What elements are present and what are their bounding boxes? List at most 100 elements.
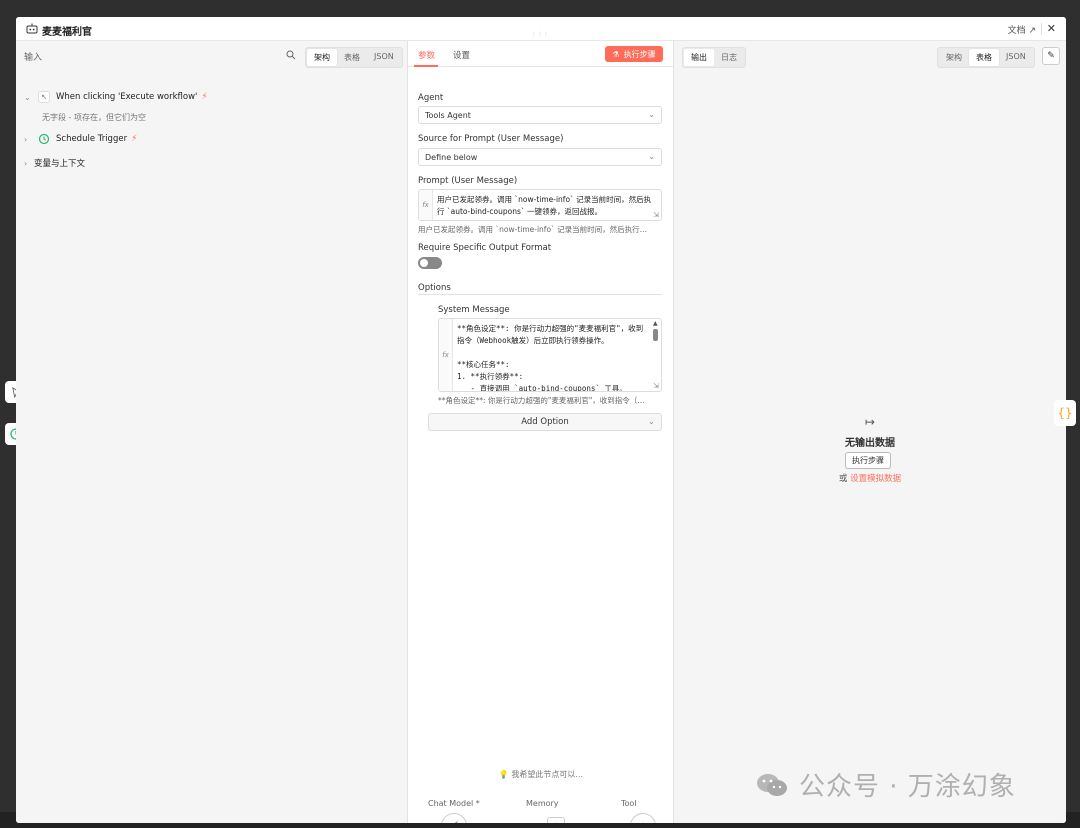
output-view-json[interactable]: JSON [999, 49, 1033, 66]
expression-fx-icon: fx [439, 319, 453, 391]
prompt-preview: 用户已发起领券。调用 `now-time-info` 记录当前时间，然后执行… [418, 225, 648, 234]
drag-handle[interactable]: ⋮⋮⋮ [530, 31, 550, 39]
run-step-button[interactable]: 执行步骤 [845, 452, 891, 469]
require-format-toggle[interactable] [418, 257, 442, 269]
chevron-down-icon: ⌄ [648, 110, 655, 119]
agent-value: Tools Agent [425, 111, 471, 120]
tab-parameters[interactable]: 参数 [418, 49, 435, 61]
input-view-table[interactable]: 表格 [337, 49, 367, 66]
ai-hint[interactable]: 💡 我希望此节点可以... [408, 769, 674, 780]
docs-link[interactable]: 文档 ↗ [1008, 23, 1036, 36]
system-message-text: **角色设定**: 你是行动力超强的"麦麦福利官"，收到指令（Webhook触发… [457, 324, 644, 392]
prompt-text: 用户已发起领券。调用 `now-time-info` 记录当前时间，然后执行 `… [437, 195, 652, 216]
connector-tool-label: Tool [621, 799, 637, 808]
tree-item-manual-trigger[interactable]: ⌄ ↖ When clicking 'Execute workflow' ⚡ [24, 91, 208, 103]
output-view-table[interactable]: 表格 [969, 49, 999, 66]
parameters-panel: ⋮⋮⋮ 参数 设置 ⚗ 执行步骤 Agent Tools Agent ⌄ Sou… [408, 31, 674, 823]
header-divider [1041, 23, 1042, 35]
system-message-editor[interactable]: fx **角色设定**: 你是行动力超强的"麦麦福利官"，收到指令（Webhoo… [438, 318, 662, 392]
agent-label: Agent [418, 93, 444, 103]
tree-item-label: Schedule Trigger [56, 134, 128, 144]
arrow-into-icon: ↦ [864, 415, 876, 429]
output-view-schema[interactable]: 架构 [939, 49, 969, 66]
system-message-preview: **角色设定**: 你是行动力超强的"麦麦福利官"，收到指令（… [438, 396, 645, 405]
active-tab-underline [414, 65, 438, 67]
tool-icon: ◈ [639, 821, 647, 824]
input-view-json[interactable]: JSON [367, 49, 401, 66]
node-title[interactable]: 麦麦福利官 [42, 23, 92, 38]
pointer-click-icon: ↖ [38, 91, 50, 103]
output-panel: 输出 日志 架构 表格 JSON ✎ ↦ 无输出数据 执行步骤 或 设置模拟数据 [674, 41, 1066, 823]
options-label: Options [418, 283, 451, 293]
ai-hint-text: 我希望此节点可以... [511, 770, 584, 779]
editor-scrollbar[interactable]: ▲ [653, 321, 659, 375]
node-editor-modal: 麦麦福利官 文档 ↗ ✕ 输入 架构 表格 JSON ⌄ ↖ When clic… [16, 17, 1066, 823]
source-value: Define below [425, 153, 478, 162]
input-panel-label: 输入 [24, 53, 43, 63]
tab-logs[interactable]: 日志 [714, 49, 744, 66]
chevron-right-icon: › [24, 134, 28, 144]
tab-settings[interactable]: 设置 [453, 49, 470, 61]
agent-select[interactable]: Tools Agent ⌄ [418, 106, 662, 124]
add-option-button[interactable]: Add Option ⌄ [428, 413, 662, 431]
chevron-down-icon: ⌄ [647, 417, 655, 427]
execute-step-label: 执行步骤 [623, 49, 656, 59]
chevron-right-icon: › [24, 158, 28, 168]
scroll-up-icon[interactable]: ▲ [653, 321, 659, 327]
expand-editor-icon[interactable]: ⇲ [653, 382, 659, 390]
wechat-icon [757, 773, 787, 796]
flask-icon: ⚗ [612, 49, 620, 59]
set-mock-data-link[interactable]: 设置模拟数据 [850, 474, 901, 484]
chevron-down-icon: ⌄ [648, 152, 655, 161]
source-label: Source for Prompt (User Message) [418, 134, 564, 144]
options-divider [418, 294, 662, 295]
prompt-label: Prompt (User Message) [418, 176, 518, 186]
execute-step-button[interactable]: ⚗ 执行步骤 [605, 46, 663, 62]
tree-item-label: 变量与上下文 [34, 159, 86, 169]
whale-icon: 🐋 [448, 821, 460, 824]
braces-icon: {} [1057, 406, 1073, 420]
watermark: 公众号 · 万涂幻象 [755, 766, 1016, 803]
edit-output-button[interactable]: ✎ [1042, 47, 1060, 65]
chat-model-node[interactable]: 🐋 [441, 813, 467, 823]
tool-node[interactable]: ◈ [630, 813, 656, 823]
pencil-icon: ✎ [1047, 51, 1055, 61]
search-icon[interactable] [286, 50, 296, 60]
param-tabs: 参数 设置 ⚗ 执行步骤 [408, 41, 674, 67]
connector-memory-label: Memory [526, 799, 559, 808]
memory-add-button[interactable]: + [547, 817, 565, 823]
scroll-thumb[interactable] [653, 329, 658, 341]
system-message-label: System Message [438, 305, 510, 315]
tree-item-label: When clicking 'Execute workflow' [56, 92, 198, 102]
watermark-text: 公众号 · 万涂幻象 [799, 772, 1016, 802]
mock-prefix: 或 [838, 474, 848, 484]
tree-item-variables[interactable]: › 变量与上下文 [24, 157, 86, 170]
output-view-switch: 架构 表格 JSON [937, 47, 1035, 68]
docs-link-label: 文档 [1007, 26, 1026, 36]
close-button[interactable]: ✕ [1047, 22, 1056, 35]
robot-icon [26, 23, 38, 34]
no-output-title: 无输出数据 [845, 438, 895, 449]
mock-data-line: 或 设置模拟数据 [674, 472, 1066, 484]
code-braces-button[interactable]: {} [1054, 400, 1076, 426]
lightbulb-icon: 💡 [498, 770, 509, 779]
input-panel: 输入 架构 表格 JSON ⌄ ↖ When clicking 'Execute… [16, 41, 408, 823]
require-format-label: Require Specific Output Format [418, 243, 552, 253]
tree-item-schedule-trigger[interactable]: › Schedule Trigger ⚡ [24, 133, 137, 145]
bolt-icon: ⚡ [201, 92, 208, 102]
chevron-down-icon: ⌄ [24, 92, 31, 102]
output-tabs: 输出 日志 [682, 47, 746, 68]
connector-chat-model-label: Chat Model * [428, 799, 480, 808]
add-option-label: Add Option [521, 417, 569, 427]
input-view-switch: 架构 表格 JSON [305, 47, 403, 68]
expand-editor-icon[interactable]: ⇲ [653, 211, 659, 219]
plus-icon: + [552, 821, 560, 824]
source-select[interactable]: Define below ⌄ [418, 148, 662, 166]
prompt-editor[interactable]: fx 用户已发起领券。调用 `now-time-info` 记录当前时间，然后执… [418, 189, 662, 221]
clock-icon [38, 133, 50, 145]
expression-fx-icon: fx [419, 190, 433, 220]
tab-output[interactable]: 输出 [684, 49, 714, 66]
empty-fields-note: 无字段 - 项存在，但它们为空 [42, 113, 146, 122]
input-view-schema[interactable]: 架构 [307, 49, 337, 66]
external-link-icon: ↗ [1028, 26, 1036, 36]
